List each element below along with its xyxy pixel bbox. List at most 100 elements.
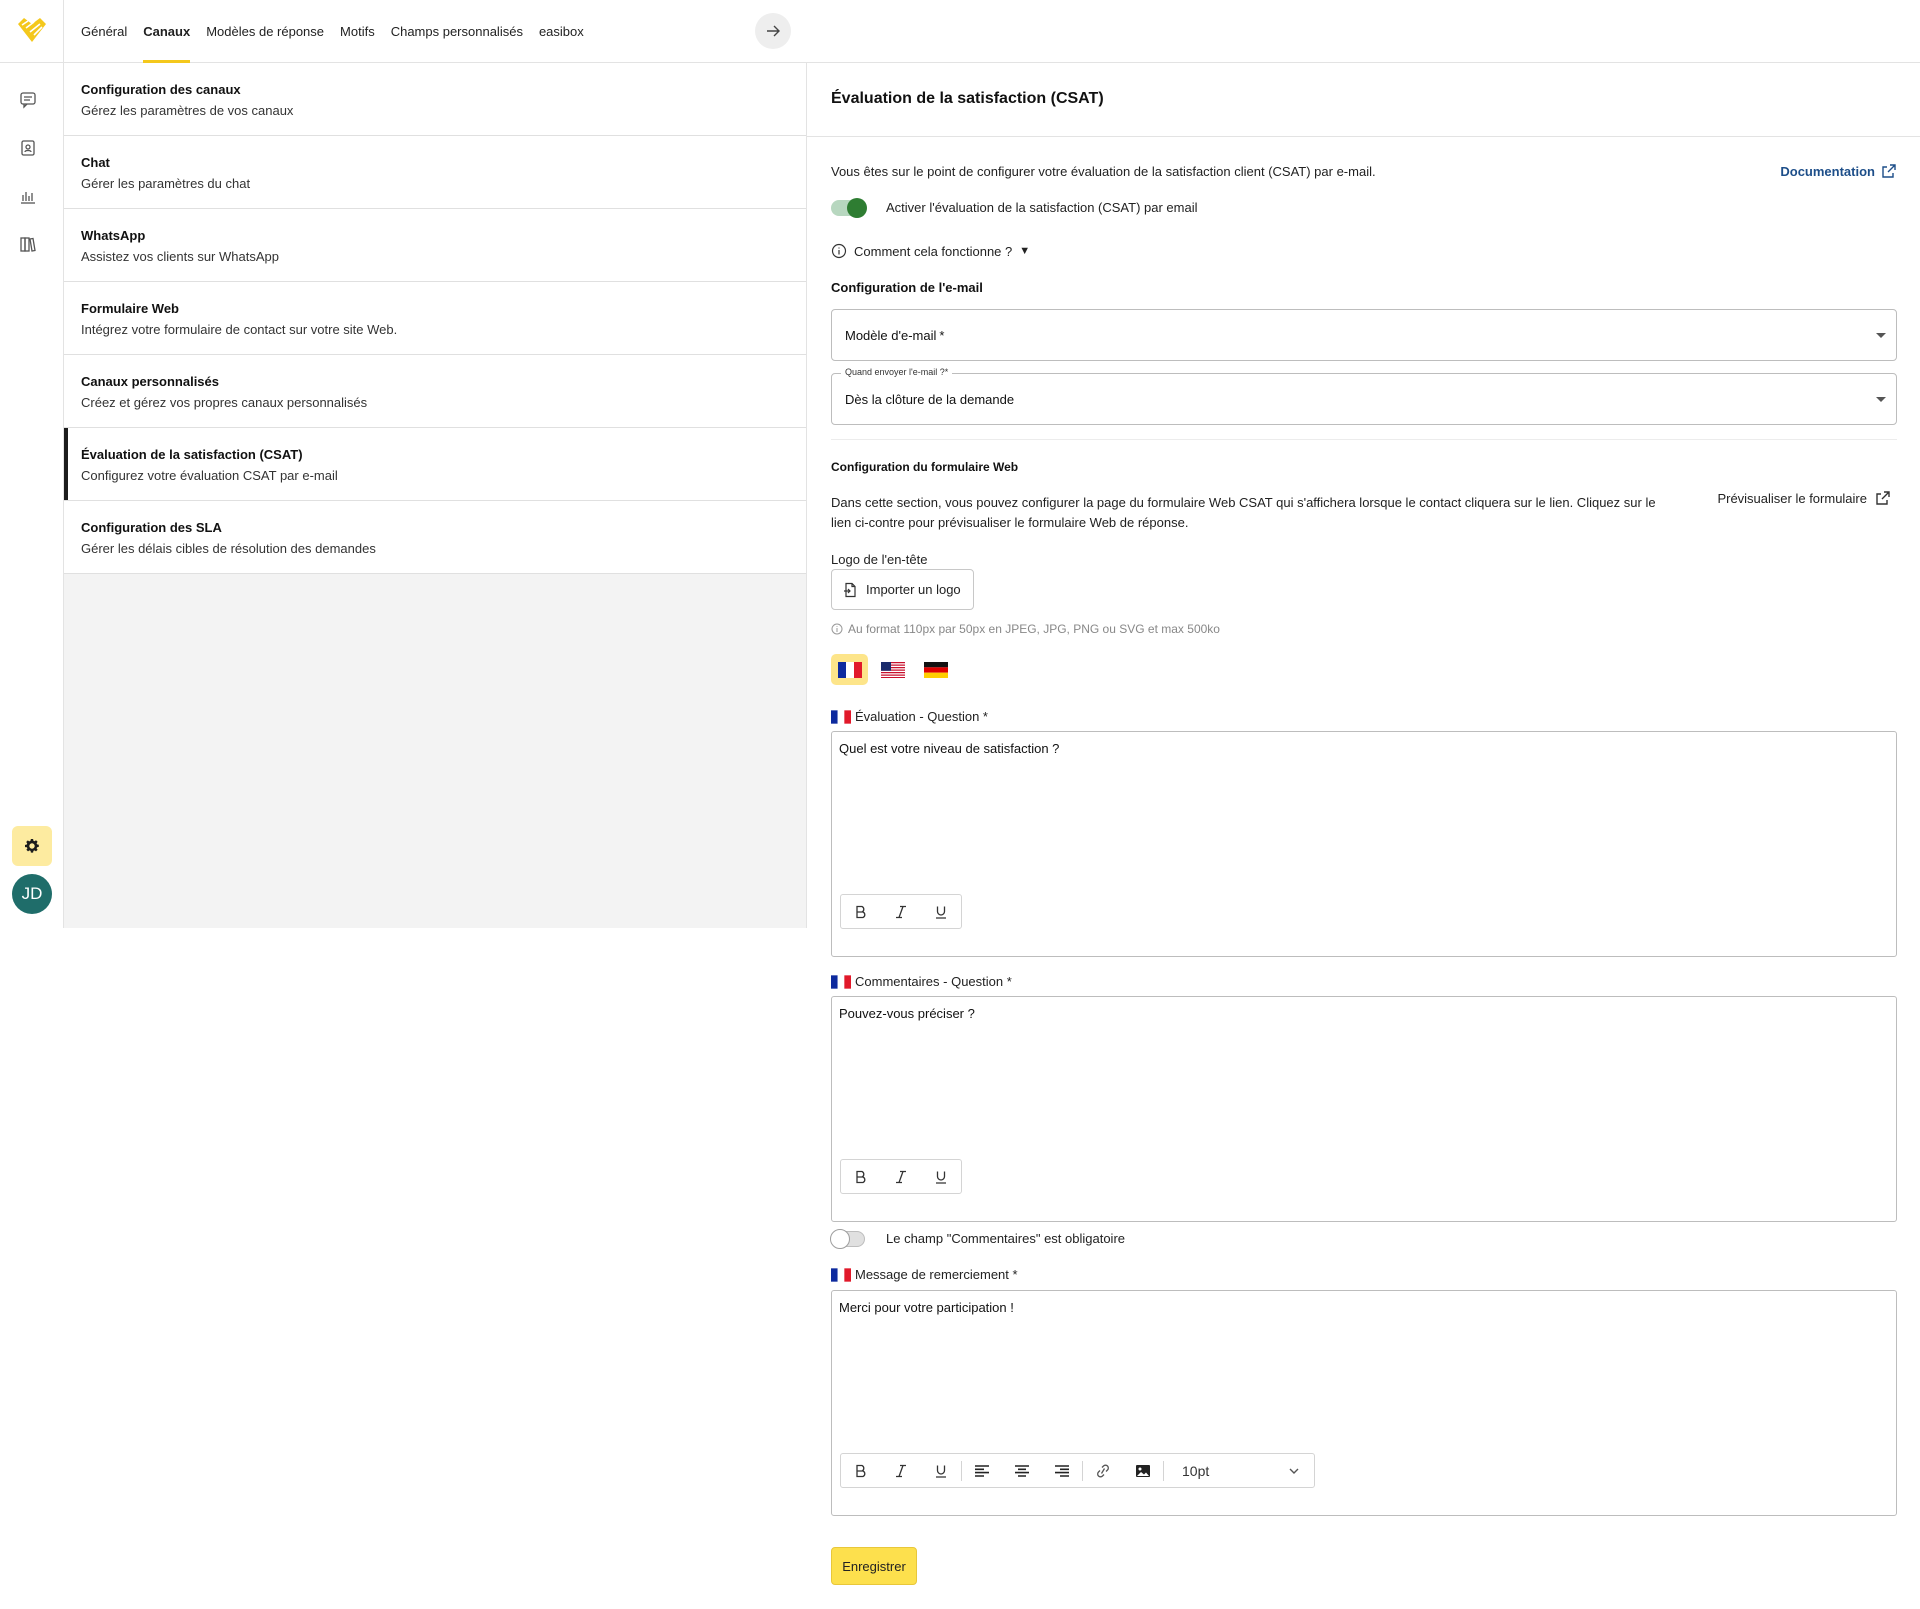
align-left-icon <box>975 1464 989 1477</box>
comment-question-label: Commentaires - Question * <box>831 974 1012 989</box>
link-button[interactable] <box>1083 1454 1123 1487</box>
language-selector <box>831 654 954 685</box>
channel-title: Configuration des canaux <box>81 82 241 97</box>
image-icon <box>1136 1464 1150 1477</box>
italic-button[interactable] <box>881 895 921 928</box>
underline-icon <box>936 1465 946 1478</box>
channel-item-configuration[interactable]: Configuration des canaux Gérez les param… <box>64 63 806 136</box>
language-en-button[interactable] <box>874 654 911 685</box>
image-button[interactable] <box>1123 1454 1163 1487</box>
documentation-link[interactable]: Documentation <box>1780 163 1897 179</box>
flag-fr-icon <box>837 661 862 678</box>
email-template-select[interactable]: Modèle d'e-mail * <box>831 309 1897 361</box>
align-left-button[interactable] <box>962 1454 1002 1487</box>
logo-format-hint: Au format 110px par 50px en JPEG, JPG, P… <box>831 622 1220 636</box>
flag-fr-icon <box>831 709 851 724</box>
external-link-icon <box>1882 164 1896 178</box>
underline-button[interactable] <box>921 1160 961 1193</box>
settings-button[interactable] <box>12 826 52 866</box>
contacts-icon[interactable] <box>17 137 39 159</box>
import-logo-button[interactable]: Importer un logo <box>831 569 974 610</box>
dropdown-caret-icon <box>1876 333 1886 338</box>
statistics-icon[interactable] <box>17 185 39 207</box>
info-icon <box>831 623 843 635</box>
channel-item-web-form[interactable]: Formulaire Web Intégrez votre formulaire… <box>64 282 806 355</box>
side-rail: JD <box>0 0 64 928</box>
tab-motifs[interactable]: Motifs <box>340 0 375 63</box>
align-right-button[interactable] <box>1042 1454 1082 1487</box>
enable-csat-label: Activer l'évaluation de la satisfaction … <box>886 200 1198 215</box>
channel-subtitle: Gérez les paramètres de vos canaux <box>81 103 294 118</box>
tab-response-templates[interactable]: Modèles de réponse <box>206 0 324 63</box>
bold-button[interactable] <box>841 1160 881 1193</box>
thanks-message-editor[interactable]: Merci pour votre participation ! 10pt <box>831 1290 1897 1516</box>
rating-question-editor[interactable]: Quel est votre niveau de satisfaction ? <box>831 731 1897 957</box>
tab-canaux[interactable]: Canaux <box>143 0 190 63</box>
next-tabs-button[interactable] <box>755 13 791 49</box>
font-size-select[interactable]: 10pt <box>1164 1454 1314 1487</box>
channel-title: WhatsApp <box>81 228 146 243</box>
language-fr-button[interactable] <box>831 654 868 685</box>
user-avatar[interactable]: JD <box>12 874 52 914</box>
how-it-works-toggle[interactable]: Comment cela fonctionne ? ▼ <box>831 243 1030 259</box>
email-config-title: Configuration de l'e-mail <box>831 280 983 295</box>
chevron-down-icon <box>1289 1468 1299 1474</box>
bold-icon <box>856 905 866 918</box>
font-size-value: 10pt <box>1182 1462 1210 1479</box>
underline-icon <box>936 1171 946 1184</box>
send-timing-value: Dès la clôture de la demande <box>845 392 1015 407</box>
comment-required-toggle[interactable] <box>830 1229 865 1249</box>
bold-icon <box>856 1170 866 1183</box>
knowledge-base-icon[interactable] <box>17 233 39 255</box>
comment-question-editor[interactable]: Pouvez-vous préciser ? <box>831 996 1897 1222</box>
gear-icon <box>25 839 39 853</box>
italic-button[interactable] <box>881 1160 921 1193</box>
tab-easibox[interactable]: easibox <box>539 0 584 63</box>
send-timing-label: Quand envoyer l'e-mail ? <box>845 367 945 377</box>
italic-button[interactable] <box>881 1454 921 1487</box>
align-center-button[interactable] <box>1002 1454 1042 1487</box>
underline-button[interactable] <box>921 1454 961 1487</box>
tab-custom-fields[interactable]: Champs personnalisés <box>391 0 523 63</box>
required-mark: * <box>944 367 949 377</box>
header-logo-label: Logo de l'en-tête <box>831 552 928 567</box>
link-icon <box>1097 1464 1109 1477</box>
enable-csat-toggle[interactable] <box>831 198 867 218</box>
thanks-message-text: Merci pour votre participation ! <box>839 1300 1014 1315</box>
arrow-right-icon <box>767 25 780 37</box>
file-upload-icon <box>844 582 856 597</box>
bold-button[interactable] <box>841 1454 881 1487</box>
bold-button[interactable] <box>841 895 881 928</box>
rich-text-toolbar <box>840 894 962 929</box>
thanks-message-label: Message de remerciement * <box>831 1267 1018 1282</box>
web-form-description: Dans cette section, vous pouvez configur… <box>831 495 1656 530</box>
save-button[interactable]: Enregistrer <box>831 1547 917 1585</box>
right-panel-header <box>807 0 1920 63</box>
logo-format-text: Au format 110px par 50px en JPEG, JPG, P… <box>848 622 1220 636</box>
channel-item-csat[interactable]: Évaluation de la satisfaction (CSAT) Con… <box>64 428 806 501</box>
flag-de-icon <box>923 661 948 678</box>
tab-general[interactable]: Général <box>81 0 127 63</box>
preview-form-link[interactable]: Prévisualiser le formulaire <box>1717 490 1891 506</box>
intro-text: Vous êtes sur le point de configurer vot… <box>831 164 1376 179</box>
channel-subtitle: Créez et gérez vos propres canaux person… <box>81 395 368 410</box>
page-title: Évaluation de la satisfaction (CSAT) <box>831 90 1104 107</box>
channel-title: Configuration des SLA <box>81 520 222 535</box>
app-logo[interactable] <box>14 14 50 46</box>
channel-item-sla[interactable]: Configuration des SLA Gérer les délais c… <box>64 501 806 574</box>
channel-subtitle: Configurez votre évaluation CSAT par e-m… <box>81 468 338 483</box>
language-de-button[interactable] <box>917 654 954 685</box>
dropdown-caret-icon <box>1876 397 1886 402</box>
required-mark: * <box>939 328 945 343</box>
underline-button[interactable] <box>921 895 961 928</box>
channel-item-chat[interactable]: Chat Gérer les paramètres du chat <box>64 136 806 209</box>
how-it-works-label: Comment cela fonctionne ? <box>854 243 1013 259</box>
thanks-message-label-text: Message de remerciement * <box>855 1267 1018 1282</box>
conversations-icon[interactable] <box>17 89 39 111</box>
email-template-label: Modèle d'e-mail <box>845 328 937 343</box>
channel-item-custom[interactable]: Canaux personnalisés Créez et gérez vos … <box>64 355 806 428</box>
rating-question-text: Quel est votre niveau de satisfaction ? <box>839 741 1060 756</box>
send-timing-select[interactable]: Quand envoyer l'e-mail ?* Dès la clôture… <box>831 367 1897 425</box>
channel-item-whatsapp[interactable]: WhatsApp Assistez vos clients sur WhatsA… <box>64 209 806 282</box>
underline-icon <box>936 906 946 919</box>
